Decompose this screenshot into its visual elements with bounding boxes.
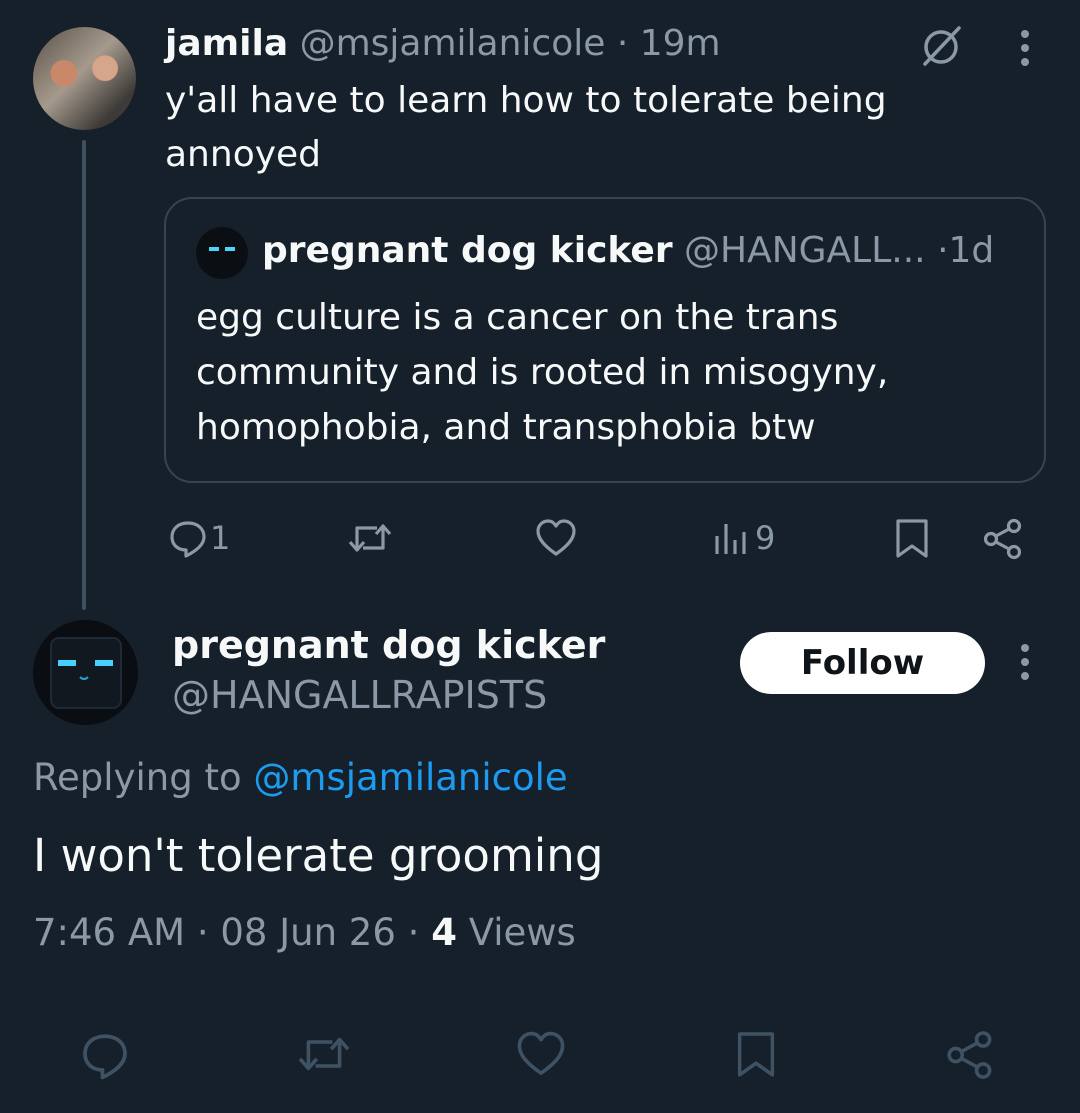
retweet-icon (296, 1030, 352, 1078)
thread-connector-line (82, 140, 86, 610)
replying-to-handle-link[interactable]: @msjamilanicole (253, 756, 567, 799)
share-button[interactable] (982, 518, 1024, 560)
parent-author-avatar[interactable] (33, 27, 136, 130)
more-options-icon[interactable] (1010, 26, 1040, 70)
parent-separator: · (616, 23, 629, 64)
reply-icon (80, 1030, 130, 1080)
bottom-reply-button[interactable] (80, 1030, 130, 1080)
quoted-author-avatar (196, 227, 248, 279)
quoted-separator: · (937, 230, 949, 271)
follow-button[interactable]: Follow (740, 632, 985, 694)
grok-slash-icon[interactable] (917, 22, 965, 70)
retweet-icon (347, 518, 393, 558)
reply-author-handle[interactable]: @HANGALLRAPISTS (172, 670, 547, 720)
bottom-share-button[interactable] (945, 1030, 995, 1080)
reply-count: 1 (210, 519, 231, 557)
bottom-like-button[interactable] (515, 1030, 567, 1078)
bottom-bookmark-button[interactable] (735, 1030, 777, 1080)
replying-to-line: Replying to @msjamilanicole (33, 752, 568, 804)
parent-tweet-text: y'all have to learn how to tolerate bein… (165, 80, 887, 175)
bookmark-button[interactable] (894, 518, 930, 560)
parent-author-handle[interactable]: @msjamilanicole (300, 23, 606, 64)
bookmark-icon (735, 1030, 777, 1080)
reply-time[interactable]: 7:46 AM (33, 911, 185, 954)
parent-timestamp[interactable]: 19m (640, 23, 721, 64)
share-icon (982, 518, 1024, 560)
more-options-icon[interactable] (1010, 640, 1040, 684)
parent-author-name[interactable]: jamila (165, 23, 288, 64)
parent-tweet-header: jamila @msjamilanicole · 19m (165, 20, 721, 68)
reply-author-avatar[interactable] (33, 620, 138, 725)
replying-to-prefix: Replying to (33, 756, 242, 799)
retweet-button[interactable] (347, 518, 393, 558)
reply-tweet-text: I won't tolerate grooming (33, 829, 604, 882)
quoted-author-handle: @HANGALL... (684, 230, 926, 271)
reply-icon (168, 518, 208, 558)
quoted-tweet-header: pregnant dog kicker @HANGALL... ·1d (262, 226, 994, 276)
views-count: 9 (755, 519, 776, 557)
heart-icon (535, 518, 577, 558)
quoted-author-name: pregnant dog kicker (262, 230, 673, 271)
heart-icon (515, 1030, 567, 1078)
reply-views-label[interactable]: Views (469, 911, 576, 954)
tweet-meta: 7:46 AM · 08 Jun 26 · 4 Views (33, 906, 576, 960)
share-icon (945, 1030, 995, 1080)
reply-date[interactable]: 08 Jun 26 (220, 911, 396, 954)
like-button[interactable] (535, 518, 577, 558)
reply-button[interactable]: 1 (168, 518, 230, 558)
views-chart-icon (713, 518, 749, 558)
quoted-tweet-text: egg culture is a cancer on the trans com… (196, 297, 889, 448)
bookmark-icon (894, 518, 930, 560)
reply-author-name[interactable]: pregnant dog kicker (172, 620, 605, 670)
views-button[interactable]: 9 (713, 518, 775, 558)
reply-views-count[interactable]: 4 (431, 911, 457, 954)
quoted-timestamp: 1d (948, 230, 995, 271)
bottom-retweet-button[interactable] (296, 1030, 352, 1078)
meta-separator: · (407, 911, 420, 954)
meta-separator: · (196, 911, 209, 954)
